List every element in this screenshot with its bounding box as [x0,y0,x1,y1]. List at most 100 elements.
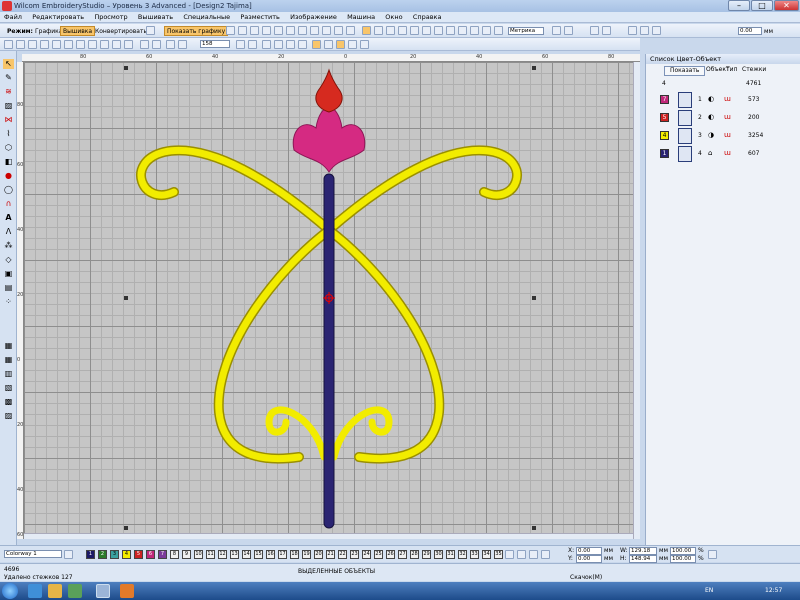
rotate-icon[interactable] [52,40,61,49]
units-select[interactable]: Метрика [508,27,544,35]
h-field[interactable]: 148.94 [629,555,657,563]
knife-icon[interactable] [28,40,37,49]
color-swatch[interactable]: 30 [434,550,443,559]
cursor-icon[interactable] [112,40,121,49]
color-swatch[interactable]: 7 [158,550,167,559]
proportional-lock-icon[interactable] [708,550,717,559]
preview-icon[interactable] [470,26,479,35]
names-icon[interactable]: ⁂ [3,241,14,251]
stitch-icon[interactable] [652,26,661,35]
select-icon[interactable] [4,40,13,49]
color-tab[interactable]: 1 [660,149,669,158]
outline-view-icon[interactable] [374,26,383,35]
scroll-left-top[interactable] [137,147,333,234]
color-swatch[interactable]: 16 [266,550,275,559]
start-button[interactable] [2,583,18,599]
media-player-icon[interactable] [68,584,82,598]
undo2-icon[interactable] [140,40,149,49]
scale-y-field[interactable]: 100.00 [670,555,696,563]
image-tool-icon[interactable]: ▨ [3,411,14,421]
color-swatch[interactable]: 27 [398,550,407,559]
shape-tool-icon[interactable]: ◧ [3,157,14,167]
stitch-player-icon[interactable] [262,40,271,49]
color-swatch[interactable]: 26 [386,550,395,559]
group-icon[interactable] [64,40,73,49]
color-swatch[interactable]: 17 [278,550,287,559]
slider-icon[interactable] [640,26,649,35]
fit-icon[interactable] [236,40,245,49]
color-swatch[interactable]: 3 [110,550,119,559]
paste-icon[interactable] [298,26,307,35]
color-swatch[interactable]: 23 [350,550,359,559]
complex-fill-icon[interactable]: ⬡ [3,143,14,153]
travel-end-icon[interactable] [298,40,307,49]
pen-tool-icon[interactable]: ✎ [3,73,14,83]
zoom-out-icon[interactable] [178,40,187,49]
color-down-icon[interactable] [517,550,526,559]
color-swatch[interactable]: 5 [134,550,143,559]
explorer-icon[interactable] [48,584,62,598]
ie-icon[interactable] [28,584,42,598]
scroll-right-top[interactable] [325,147,521,234]
color-swatch[interactable]: 33 [470,550,479,559]
loop-left[interactable] [215,226,333,463]
cut-icon[interactable] [274,26,283,35]
zoom-field[interactable]: 158 [200,40,230,48]
color-swatch[interactable]: 10 [194,550,203,559]
close-button[interactable]: ✕ [774,0,799,11]
menu-special[interactable]: Специальные [179,12,234,22]
selection-handle[interactable] [124,526,128,530]
color-swatch[interactable]: 24 [362,550,371,559]
color-swatch[interactable]: 28 [410,550,419,559]
convert-button[interactable]: Конвертировать [92,26,150,36]
app-taskbar-icon[interactable] [120,584,134,598]
curl-right-bottom[interactable] [330,406,393,461]
color-swatch[interactable]: 18 [290,550,299,559]
frame-icon[interactable]: ▣ [3,269,14,279]
color-swatch[interactable]: 31 [446,550,455,559]
selection-handle[interactable] [124,296,128,300]
color-swatch[interactable]: 14 [242,550,251,559]
color-swatch[interactable]: 8 [170,550,179,559]
color-swatch[interactable]: 25 [374,550,383,559]
align-icon[interactable] [590,26,599,35]
help-icon[interactable] [494,26,503,35]
wilcom-taskbar-icon[interactable] [96,584,110,598]
color-swatch[interactable]: 34 [482,550,491,559]
selection-handle[interactable] [124,66,128,70]
color-swatch[interactable]: 9 [182,550,191,559]
open-icon[interactable] [238,26,247,35]
travel-back-icon[interactable] [274,40,283,49]
list-item[interactable]: 1 4 ⌂ ɯ 607 [656,146,796,162]
language-indicator[interactable]: EN [705,587,713,594]
reshape-icon[interactable] [16,40,25,49]
dimension-icon[interactable] [422,26,431,35]
color-palette-icon[interactable] [529,550,538,559]
list-item[interactable]: 7 1 ◐ ɯ 573 [656,92,796,108]
show-stitches-icon[interactable] [312,40,321,49]
star-tool-icon[interactable]: ◯ [3,185,14,195]
grid-icon[interactable] [346,26,355,35]
lock-icon[interactable] [88,40,97,49]
color-swatch[interactable]: 1 [86,550,95,559]
selection-handle[interactable] [532,66,536,70]
arc-tool-icon[interactable]: ∩ [3,199,14,209]
color-swatch[interactable]: 19 [302,550,311,559]
list-item[interactable]: 4 3 ◑ ɯ 3254 [656,128,796,144]
color-swatch[interactable]: 35 [494,550,503,559]
selection-handle[interactable] [532,526,536,530]
column-tool-icon[interactable]: ⋈ [3,115,14,125]
undo-icon[interactable] [310,26,319,35]
loop-right[interactable] [325,226,443,463]
menu-arrange[interactable]: Разместить [236,12,283,22]
lettering-tool-icon[interactable]: A [3,213,14,223]
color-tab[interactable]: 7 [660,95,669,104]
backdrop-icon[interactable]: ▤ [3,283,14,293]
color-edit-icon[interactable] [541,550,550,559]
menu-edit[interactable]: Редактировать [28,12,88,22]
show-graphics-button[interactable]: Показать графику [164,26,229,36]
menu-file[interactable]: Файл [0,12,26,22]
color-swatch[interactable]: 29 [422,550,431,559]
fill-tool-icon[interactable]: ▨ [3,101,14,111]
texture-icon[interactable]: ▧ [3,383,14,393]
